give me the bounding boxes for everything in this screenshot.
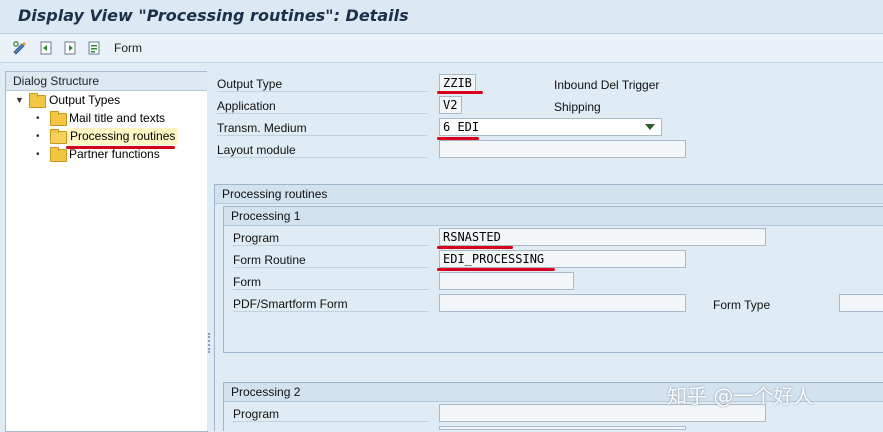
output-type-label: Output Type [217, 77, 427, 92]
tree-item-label: Mail title and texts [69, 111, 166, 125]
display-change-icon[interactable] [12, 40, 28, 56]
folder-icon [50, 111, 67, 126]
other-entry-icon[interactable] [86, 40, 102, 56]
bullet-icon: • [36, 131, 40, 142]
tree-item-partner-functions[interactable]: • Partner functions [12, 146, 202, 163]
form-routine-label: Form Routine [233, 253, 429, 268]
program-label: Program [233, 231, 429, 246]
dialog-structure-pane: Dialog Structure ▼ Output Types • Mail t… [5, 71, 208, 432]
application-description: Shipping [554, 100, 601, 114]
dialog-structure-header: Dialog Structure [6, 72, 207, 91]
window-title: Display View "Processing routines": Deta… [18, 6, 409, 25]
pdf-smartform-label: PDF/Smartform Form [233, 297, 429, 312]
program-2-label: Program [233, 407, 429, 422]
tree-item-output-types[interactable]: ▼ Output Types [12, 92, 202, 109]
highlight-underline [437, 268, 555, 271]
pdf-smartform-field[interactable] [439, 294, 686, 312]
bullet-icon: • [36, 149, 40, 160]
form-type-label: Form Type [713, 298, 771, 312]
highlight-underline [437, 91, 483, 94]
form-label: Form [233, 275, 429, 290]
transm-medium-value: 6 EDI [443, 120, 480, 134]
expand-triangle-icon[interactable]: ▼ [15, 92, 24, 109]
output-type-description: Inbound Del Trigger [554, 78, 660, 92]
folder-icon [29, 93, 46, 108]
tree-item-label: Partner functions [69, 147, 160, 161]
highlight-underline [437, 246, 513, 249]
form-field[interactable] [439, 272, 574, 290]
layout-module-label: Layout module [217, 143, 427, 158]
form-type-field[interactable] [839, 294, 883, 312]
splitter-grip[interactable] [208, 333, 212, 353]
bullet-icon: • [36, 113, 40, 124]
application-label: Application [217, 99, 427, 114]
output-type-field[interactable]: ZZIB [439, 74, 476, 92]
previous-entry-icon[interactable] [38, 40, 54, 56]
next-entry-icon[interactable] [62, 40, 78, 56]
transm-medium-select[interactable]: 6 EDI [439, 118, 662, 136]
dropdown-arrow-icon[interactable] [645, 124, 655, 130]
form-button[interactable]: Form [114, 41, 142, 55]
pane-splitter[interactable] [207, 71, 212, 430]
tree-item-label: Processing routines [67, 128, 179, 145]
tree-item-mail-title[interactable]: • Mail title and texts [12, 110, 202, 127]
application-toolbar: Form [0, 34, 883, 63]
watermark-text: 知乎 @一个好人 [667, 384, 814, 408]
program-field[interactable]: RSNASTED [439, 228, 766, 246]
folder-icon [50, 147, 67, 162]
processing-1-title: Processing 1 [224, 207, 883, 226]
processing-routines-title: Processing routines [215, 185, 883, 204]
title-bar: Display View "Processing routines": Deta… [0, 0, 883, 34]
tree-item-label: Output Types [49, 93, 121, 107]
application-field[interactable]: V2 [439, 96, 462, 114]
layout-module-field[interactable] [439, 140, 686, 158]
open-folder-icon [50, 129, 67, 144]
tree-item-processing-routines[interactable]: • Processing routines [12, 128, 202, 145]
transm-medium-label: Transm. Medium [217, 121, 427, 136]
form-routine-field[interactable]: EDI_PROCESSING [439, 250, 686, 268]
form-routine-2-field[interactable] [439, 426, 686, 430]
